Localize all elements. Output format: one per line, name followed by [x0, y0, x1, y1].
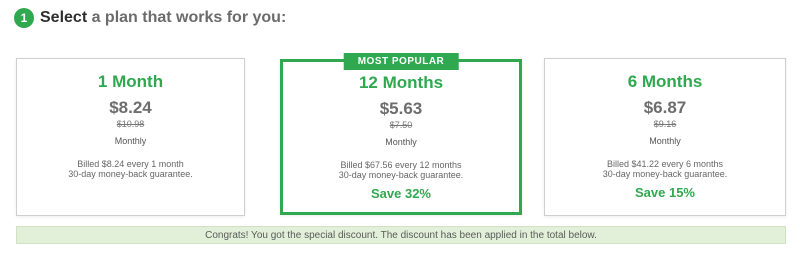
- discount-banner-text: Congrats! You got the special discount. …: [205, 229, 597, 241]
- plan-period: Monthly: [114, 136, 147, 146]
- plan-name: 12 Months: [358, 73, 444, 92]
- plan-old-price: $7.50: [389, 120, 413, 130]
- plan-billing-info: Billed $41.22 every 6 months 30-day mone…: [545, 159, 785, 179]
- guarantee-line: 30-day money-back guarantee.: [602, 169, 728, 179]
- plan-price: $8.24: [109, 98, 152, 117]
- discount-banner: Congrats! You got the special discount. …: [16, 226, 786, 244]
- billing-line: Billed $41.22 every 6 months: [606, 159, 724, 169]
- plan-price: $5.63: [379, 99, 423, 118]
- billing-line: Billed $8.24 every 1 month: [77, 159, 184, 169]
- step-number-badge: 1: [14, 8, 34, 28]
- plan-period: Monthly: [385, 137, 417, 147]
- plan-price: $6.87: [643, 98, 687, 117]
- plan-savings: Save 15%: [635, 185, 695, 200]
- plan-card-12-months[interactable]: MOST POPULAR 12 Months $5.63 $7.50 Month…: [280, 53, 522, 215]
- guarantee-line: 30-day money-back guarantee.: [338, 170, 464, 180]
- plan-card-1-month[interactable]: 1 Month $8.24 $10.98 Monthly Billed $8.2…: [16, 58, 245, 216]
- plan-name: 6 Months: [627, 72, 703, 91]
- billing-line: Billed $67.56 every 12 months: [340, 160, 462, 170]
- guarantee-line: 30-day money-back guarantee.: [68, 169, 193, 179]
- plan-savings: Save 32%: [371, 186, 431, 201]
- plan-billing-info: Billed $67.56 every 12 months 30-day mon…: [283, 160, 519, 180]
- plan-old-price: $9.16: [653, 119, 677, 129]
- section-title-rest: a plan that works for you:: [87, 9, 287, 26]
- section-header: 1 Select a plan that works for you:: [14, 8, 286, 28]
- plan-period: Monthly: [649, 136, 681, 146]
- section-title: Select a plan that works for you:: [40, 9, 286, 27]
- plan-billing-info: Billed $8.24 every 1 month 30-day money-…: [17, 159, 244, 179]
- plan-name: 1 Month: [97, 72, 164, 91]
- section-title-strong: Select: [40, 9, 88, 26]
- plan-card-6-months[interactable]: 6 Months $6.87 $9.16 Monthly Billed $41.…: [544, 58, 786, 216]
- most-popular-badge: MOST POPULAR: [343, 53, 459, 70]
- plan-old-price: $10.98: [116, 119, 145, 129]
